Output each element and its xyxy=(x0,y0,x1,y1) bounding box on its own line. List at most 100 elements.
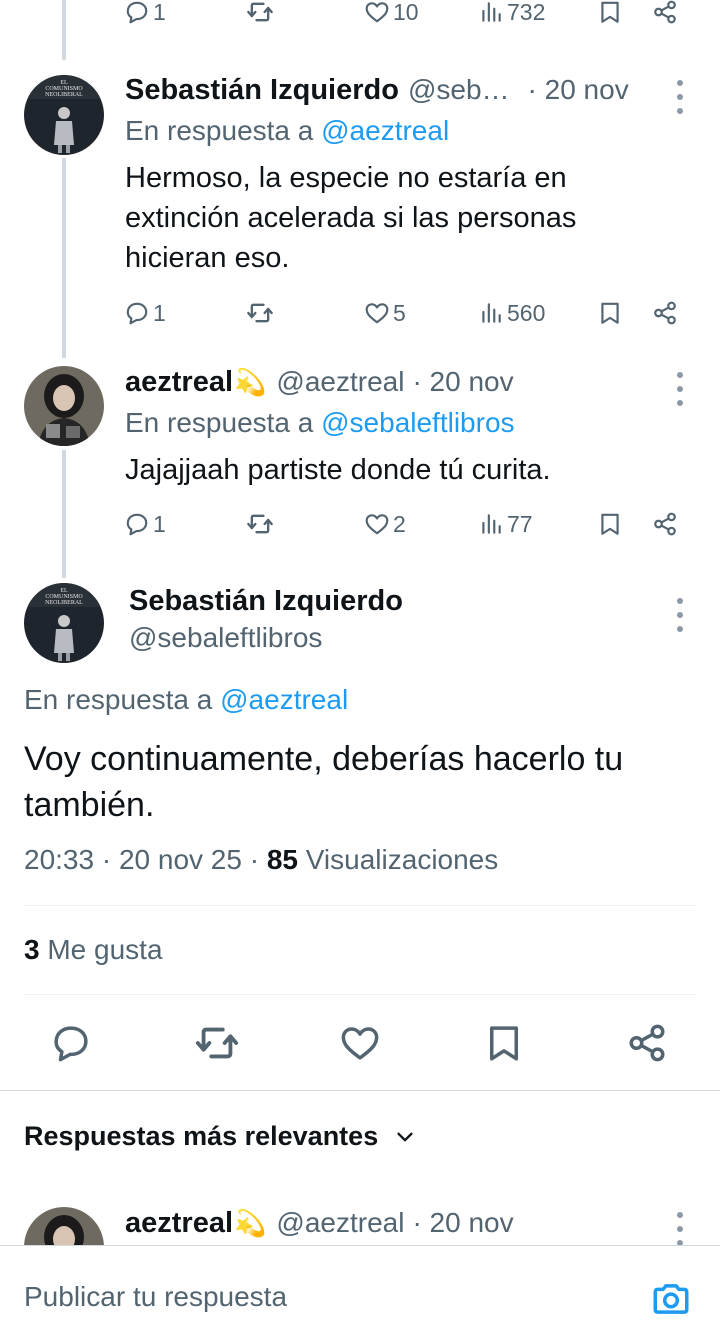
top-views-button[interactable]: 732 xyxy=(478,0,545,32)
avatar-sebastian[interactable]: EL COMUNISMO NEOLIBERAL xyxy=(24,75,104,155)
main-timestamp[interactable]: 20:33 · 20 nov 25 · xyxy=(24,844,259,875)
main-like-button[interactable] xyxy=(339,1022,381,1064)
reply2-author-handle[interactable]: @aeztreal xyxy=(276,366,404,398)
main-retweet-button[interactable] xyxy=(194,1020,240,1066)
relevance-sort-label: Respuestas más relevantes xyxy=(24,1121,379,1151)
top-like-button[interactable]: 10 xyxy=(364,0,419,32)
reply2-reply-button[interactable]: 1 xyxy=(124,504,166,544)
reply2-more-icon[interactable] xyxy=(668,372,692,406)
main-views-label: Visualizaciones xyxy=(305,844,499,875)
svg-text:NEOLIBERAL: NEOLIBERAL xyxy=(45,92,83,98)
reply2-text: Jajajjaah partiste donde tú curita. xyxy=(125,454,551,486)
reply1-reply-button[interactable]: 1 xyxy=(124,293,166,333)
reply2-reply-count: 1 xyxy=(153,510,166,537)
reply1-text-line: extinción acelerada si las personas xyxy=(125,202,577,234)
chevron-down-icon xyxy=(397,1132,413,1141)
reply2-reply-handle[interactable]: @sebaleftlibros xyxy=(321,407,514,438)
main-share-button[interactable] xyxy=(626,1022,668,1064)
next-reply-time[interactable]: · 20 nov xyxy=(412,1207,513,1239)
reply1-reply-to: En respuesta a @aeztreal xyxy=(125,115,449,147)
reply1-like-count: 5 xyxy=(393,299,406,326)
top-retweet-button[interactable] xyxy=(246,0,274,32)
reply1-time[interactable]: · 20 nov xyxy=(528,74,629,106)
reply1-views-button[interactable]: 560 xyxy=(478,293,545,333)
main-reply-button[interactable] xyxy=(50,1022,92,1064)
reply1-reply-handle[interactable]: @aeztreal xyxy=(321,115,449,146)
reply-icon xyxy=(124,0,150,25)
next-reply-author-handle[interactable]: @aeztreal xyxy=(276,1207,404,1239)
divider xyxy=(24,994,696,995)
reply-composer-bar: Publicar tu respuesta xyxy=(0,1245,720,1326)
top-share-button[interactable] xyxy=(652,0,678,32)
thread-line-top xyxy=(62,0,66,60)
reply1-text-line: hicieran eso. xyxy=(125,242,290,274)
main-bookmark-button[interactable] xyxy=(483,1022,525,1064)
reply2-retweet-button[interactable] xyxy=(246,504,274,544)
main-text: Voy continuamente, deberías hacerlo tu t… xyxy=(24,736,704,828)
divider xyxy=(24,905,696,906)
reply-icon xyxy=(124,300,150,326)
reply2-header: aeztreal 💫 @aeztreal · 20 nov xyxy=(125,362,665,402)
share-icon xyxy=(652,300,678,326)
main-author-handle[interactable]: @sebaleftlibros xyxy=(129,622,322,654)
camera-button[interactable] xyxy=(650,1278,692,1325)
views-icon xyxy=(478,511,504,537)
reply2-author-name[interactable]: aeztreal xyxy=(125,366,233,399)
reply1-text: Hermoso, la especie no estaría en extinc… xyxy=(125,158,685,278)
top-reply-button[interactable]: 1 xyxy=(124,0,166,32)
main-avatar[interactable]: EL COMUNISMO NEOLIBERAL xyxy=(24,583,104,663)
reply2-share-button[interactable] xyxy=(652,504,678,544)
reply1-header: Sebastián Izquierdo @seb… · 20 nov xyxy=(125,70,665,110)
avatar-aeztreal[interactable] xyxy=(24,366,104,446)
main-more-icon[interactable] xyxy=(668,598,692,632)
views-icon xyxy=(478,300,504,326)
share-icon xyxy=(652,511,678,537)
reply1-retweet-button[interactable] xyxy=(246,293,274,333)
like-icon xyxy=(364,300,390,326)
like-icon xyxy=(364,0,390,25)
top-views-count: 732 xyxy=(507,0,546,25)
main-text-line: Voy continuamente, deberías hacerlo tu xyxy=(24,740,624,778)
main-reply-prefix: En respuesta a xyxy=(24,684,213,715)
reply2-reply-prefix: En respuesta a xyxy=(125,407,314,438)
reply2-reply-to: En respuesta a @sebaleftlibros xyxy=(125,407,515,439)
main-likes-stat[interactable]: 3 Me gusta xyxy=(24,934,163,966)
section-divider xyxy=(0,1090,720,1091)
bookmark-icon xyxy=(597,300,623,326)
top-reply-count: 1 xyxy=(153,0,166,25)
reply1-author-name[interactable]: Sebastián Izquierdo xyxy=(125,74,399,107)
top-bookmark-button[interactable] xyxy=(597,0,623,32)
views-icon xyxy=(478,0,504,25)
like-icon xyxy=(339,1022,381,1064)
main-reply-handle[interactable]: @aeztreal xyxy=(220,684,348,715)
reply2-like-count: 2 xyxy=(393,510,406,537)
next-reply-more-icon[interactable] xyxy=(668,1212,692,1246)
reply2-time[interactable]: · 20 nov xyxy=(412,366,513,398)
reply1-text-line: Hermoso, la especie no estaría en xyxy=(125,162,567,194)
main-views-count: 85 xyxy=(266,844,298,875)
main-likes-count: 3 xyxy=(24,934,40,965)
reply2-views-button[interactable]: 77 xyxy=(478,504,533,544)
main-likes-label: Me gusta xyxy=(47,934,163,965)
relevance-sort-dropdown[interactable]: Respuestas más relevantes xyxy=(24,1121,416,1152)
camera-icon xyxy=(653,1284,689,1314)
main-text-line: también. xyxy=(24,786,155,824)
retweet-icon xyxy=(246,299,274,327)
reply2-bookmark-button[interactable] xyxy=(597,504,623,544)
main-reply-to: En respuesta a @aeztreal xyxy=(24,684,348,716)
reply1-reply-prefix: En respuesta a xyxy=(125,115,314,146)
like-icon xyxy=(364,511,390,537)
reply1-author-handle[interactable]: @seb… xyxy=(408,74,510,106)
reply1-more-icon[interactable] xyxy=(668,80,692,114)
next-reply-author-name[interactable]: aeztreal xyxy=(125,1207,233,1240)
reply1-share-button[interactable] xyxy=(652,293,678,333)
sparkle-emoji-icon: 💫 xyxy=(234,366,267,397)
reply1-like-button[interactable]: 5 xyxy=(364,293,406,333)
reply2-like-button[interactable]: 2 xyxy=(364,504,406,544)
retweet-icon xyxy=(246,510,274,538)
reply-composer-input[interactable]: Publicar tu respuesta xyxy=(24,1281,287,1313)
main-author-name[interactable]: Sebastián Izquierdo xyxy=(129,585,403,618)
reply1-bookmark-button[interactable] xyxy=(597,293,623,333)
bookmark-icon xyxy=(597,0,623,25)
reply1-views-count: 560 xyxy=(507,299,546,326)
